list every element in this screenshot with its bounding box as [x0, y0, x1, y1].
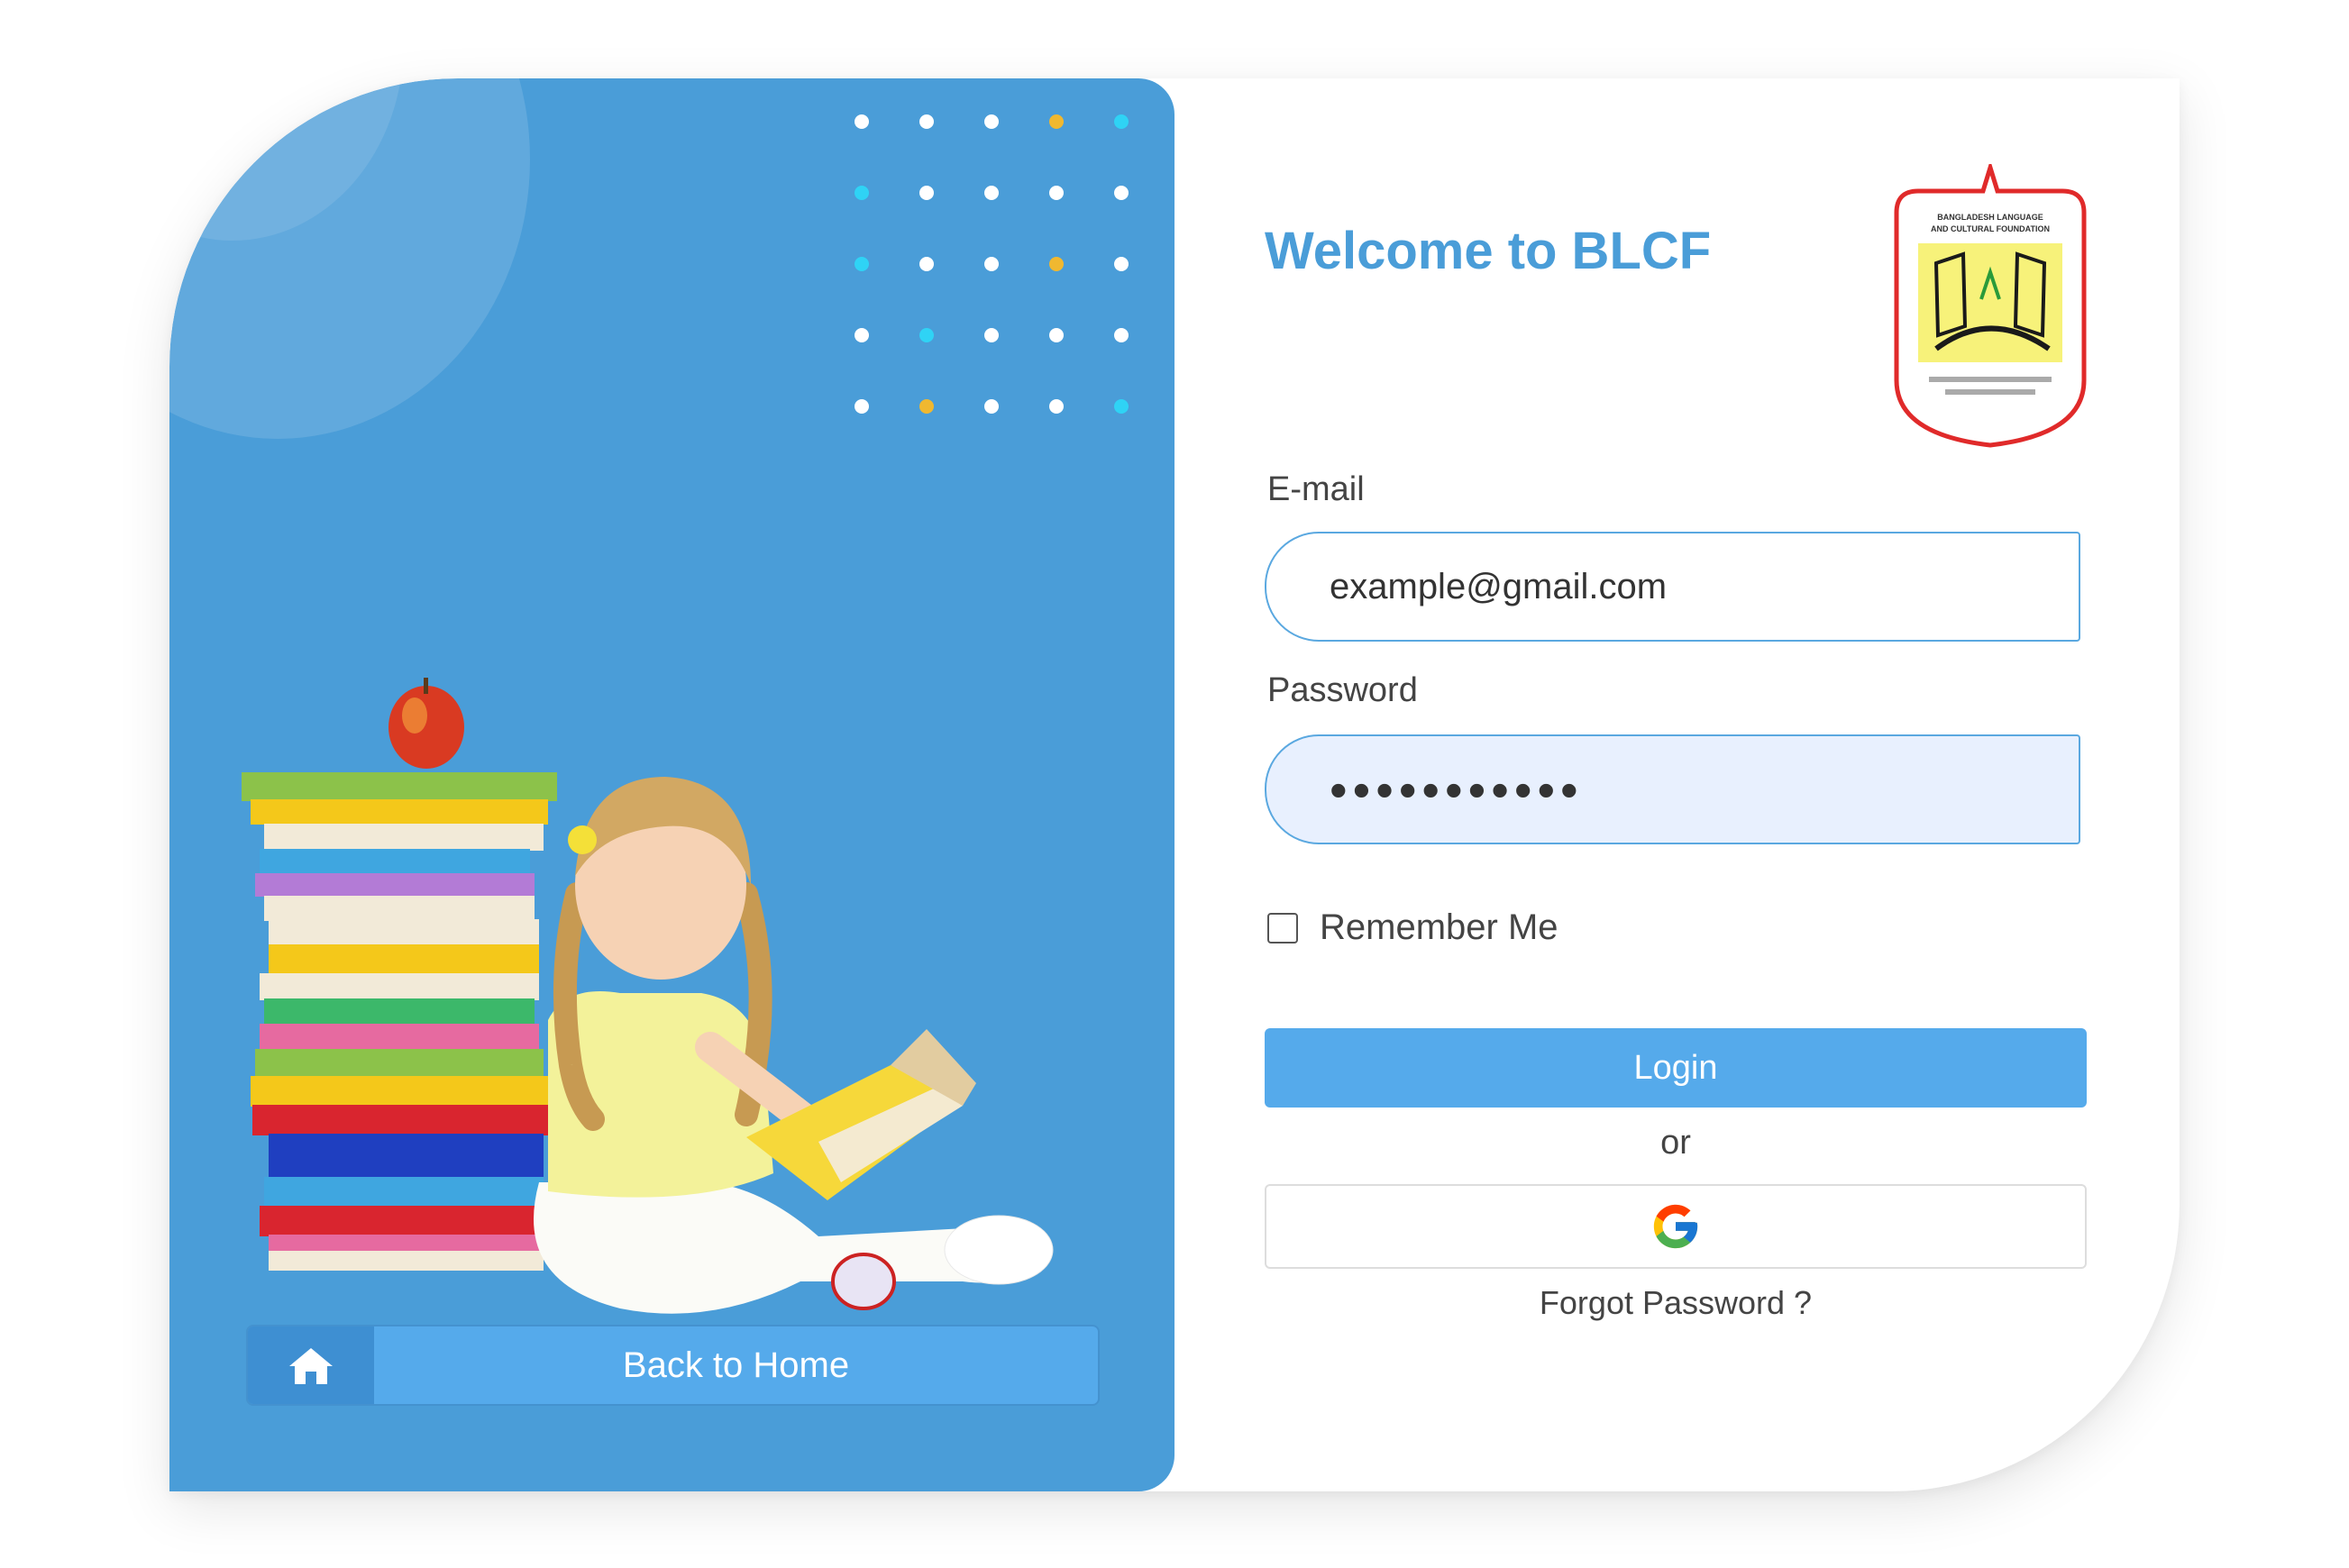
email-input[interactable] — [1265, 532, 2080, 642]
decorative-dot — [1114, 399, 1129, 414]
decorative-dot — [855, 328, 869, 342]
decorative-dot — [919, 328, 934, 342]
decorative-dot — [919, 186, 934, 200]
decorative-dot — [1114, 186, 1129, 200]
book-stack — [242, 772, 557, 1271]
welcome-title: Welcome to BLCF — [1265, 222, 1712, 280]
illustration-panel: Back to Home — [169, 78, 1174, 1491]
blcf-logo: BANGLADESH LANGUAGE AND CULTURAL FOUNDAT… — [1894, 164, 2087, 448]
decorative-dot — [919, 257, 934, 271]
login-page: Back to Home Welcome to BLCF BANGLADESH … — [0, 0, 2349, 1568]
decorative-dot — [855, 399, 869, 414]
decorative-dot — [919, 114, 934, 129]
decorative-dot — [1114, 257, 1129, 271]
decorative-dot — [1049, 114, 1064, 129]
decorative-dot — [1049, 186, 1064, 200]
decorative-dot — [984, 186, 999, 200]
girl-reading-books-illustration — [242, 678, 1054, 1314]
decorative-dot — [855, 257, 869, 271]
logo-text-1: BANGLADESH LANGUAGE — [1937, 213, 2043, 222]
decorative-dot — [984, 257, 999, 271]
login-card: Back to Home Welcome to BLCF BANGLADESH … — [169, 78, 2180, 1491]
or-separator: or — [1660, 1124, 1691, 1162]
apple — [388, 678, 464, 769]
google-signin-button[interactable] — [1265, 1184, 2087, 1269]
decorative-dot — [984, 399, 999, 414]
dot-pattern — [855, 114, 1143, 439]
home-icon[interactable] — [248, 1326, 374, 1404]
decorative-dot — [855, 114, 869, 129]
email-label: E-mail — [1267, 470, 1365, 508]
decorative-dot — [984, 114, 999, 129]
login-button[interactable]: Login — [1265, 1028, 2087, 1108]
decorative-dot — [1049, 257, 1064, 271]
decorative-dot — [919, 399, 934, 414]
back-to-home-label: Back to Home — [622, 1345, 850, 1385]
decorative-dot — [1049, 328, 1064, 342]
password-label: Password — [1267, 671, 1418, 709]
remember-me-label: Remember Me — [1320, 907, 1558, 947]
decorative-dot — [855, 186, 869, 200]
back-to-home-button[interactable]: Back to Home — [246, 1325, 1100, 1406]
remember-me-checkbox[interactable] — [1267, 912, 1298, 944]
remember-me-row[interactable]: Remember Me — [1267, 907, 1558, 948]
password-input[interactable] — [1265, 734, 2080, 844]
decorative-dot — [1114, 328, 1129, 342]
forgot-password-link[interactable]: Forgot Password ? — [1265, 1284, 2087, 1322]
logo-text-2: AND CULTURAL FOUNDATION — [1931, 224, 2050, 233]
decorative-dot — [1049, 399, 1064, 414]
google-icon — [1653, 1204, 1698, 1249]
decorative-dot — [984, 328, 999, 342]
decorative-dot — [1114, 114, 1129, 129]
